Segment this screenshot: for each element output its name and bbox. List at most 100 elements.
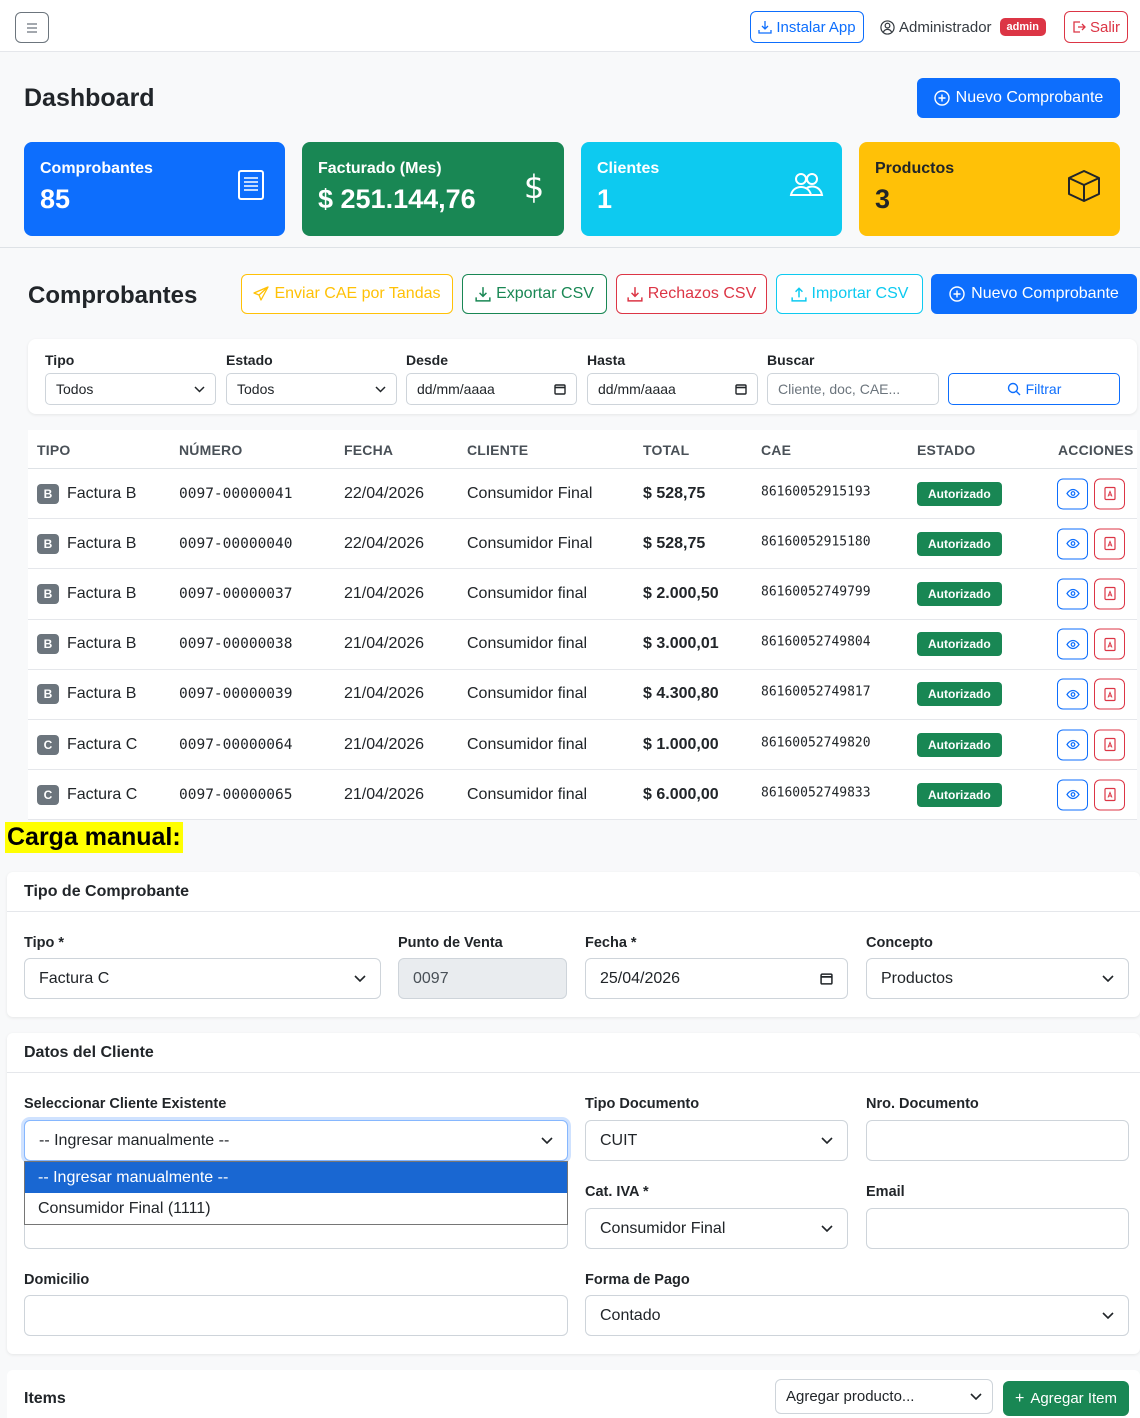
eye-icon	[1065, 488, 1080, 499]
export-csv-button[interactable]: Exportar CSV	[462, 274, 607, 314]
client-dropdown-list: -- Ingresar manualmente -- Consumidor Fi…	[24, 1161, 568, 1225]
rejects-csv-button[interactable]: Rechazos CSV	[616, 274, 767, 314]
fecha-value: 25/04/2026	[600, 969, 681, 987]
view-button[interactable]	[1057, 628, 1088, 660]
view-button[interactable]	[1057, 729, 1088, 761]
new-invoice-label: Nuevo Comprobante	[955, 89, 1104, 106]
pdf-button[interactable]	[1094, 528, 1125, 560]
logout-label: Salir	[1089, 18, 1120, 36]
numero-cell: 0097-00000040	[179, 535, 293, 552]
fecha-input[interactable]: 25/04/2026	[585, 958, 848, 999]
tipo-cell: B Factura B	[37, 483, 137, 504]
view-button[interactable]	[1057, 478, 1088, 510]
fecha-cell: 21/04/2026	[344, 785, 425, 803]
send-cae-button[interactable]: Enviar CAE por Tandas	[241, 274, 453, 314]
eye-icon	[1065, 739, 1080, 750]
pdf-button[interactable]	[1094, 779, 1125, 811]
filter-button-label: Filtrar	[1025, 381, 1062, 397]
page-title: Dashboard	[24, 84, 155, 112]
tipo-text: Factura B	[67, 484, 137, 502]
new-invoice-button[interactable]: Nuevo Comprobante	[917, 78, 1120, 118]
view-button[interactable]	[1057, 528, 1088, 560]
chevron-down-icon	[1102, 1312, 1114, 1319]
table-row: B Factura B 0097-00000039 21/04/2026 Consumi…	[28, 670, 1137, 720]
punto-venta-value: 0097	[413, 969, 449, 987]
card-title: Tipo de Comprobante	[7, 872, 1140, 912]
total-cell: $ 528,75	[643, 534, 706, 552]
view-button[interactable]	[1057, 678, 1088, 710]
total-cell: $ 1.000,00	[643, 735, 719, 753]
concepto-select[interactable]: Productos	[866, 958, 1129, 999]
logout-button[interactable]: Salir	[1064, 11, 1128, 43]
tipo-text: Factura C	[67, 785, 138, 803]
stat-card-productos: Productos 3	[859, 142, 1120, 236]
select-client-label: Seleccionar Cliente Existente	[24, 1096, 227, 1112]
column-header: ESTADO	[917, 442, 976, 458]
column-header: TIPO	[37, 442, 71, 458]
tipo-cell: C Factura C	[37, 734, 137, 755]
add-product-value: Agregar producto...	[786, 1388, 915, 1405]
estado-cell: Autorizado	[917, 531, 1002, 556]
eye-icon	[1065, 639, 1080, 649]
estado-cell: Autorizado	[917, 581, 1002, 606]
column-header: CLIENTE	[467, 442, 529, 458]
pdf-button[interactable]	[1094, 729, 1125, 761]
cae-cell: 86160052749833	[761, 785, 871, 801]
dollar-icon: $	[524, 168, 544, 204]
pdf-button[interactable]	[1094, 478, 1125, 510]
filters-panel: Tipo Todos Estado Todos Desde dd/mm/aaaa…	[28, 339, 1137, 414]
plus-circle-icon	[949, 286, 965, 302]
add-product-select[interactable]: Agregar producto...	[775, 1379, 993, 1414]
domicilio-input[interactable]	[24, 1295, 568, 1336]
pdf-button[interactable]	[1094, 628, 1125, 660]
filter-tipo-select[interactable]: Todos	[45, 373, 216, 405]
forma-pago-select[interactable]: Contado	[585, 1295, 1129, 1336]
filter-hasta-date[interactable]: dd/mm/aaaa	[587, 373, 758, 405]
new-invoice-button-secondary[interactable]: Nuevo Comprobante	[931, 274, 1137, 314]
view-button[interactable]	[1057, 578, 1088, 610]
total-cell: $ 2.000,50	[643, 584, 719, 602]
existing-client-select[interactable]: -- Ingresar manualmente --	[24, 1120, 568, 1161]
download-icon	[475, 287, 491, 302]
cat-iva-label: Cat. IVA *	[585, 1184, 649, 1200]
status-badge: Autorizado	[917, 632, 1002, 657]
status-badge: Autorizado	[917, 481, 1002, 506]
send-cae-label: Enviar CAE por Tandas	[274, 285, 441, 302]
import-csv-button[interactable]: Importar CSV	[776, 274, 923, 314]
email-input[interactable]	[866, 1208, 1129, 1249]
menu-toggle-button[interactable]	[15, 12, 49, 43]
stat-card-comprobantes: Comprobantes 85	[24, 142, 285, 236]
dropdown-option[interactable]: Consumidor Final (1111)	[25, 1193, 567, 1224]
eye-icon	[1065, 589, 1080, 599]
user-info: Administrador admin	[880, 18, 1046, 36]
filter-desde-label: Desde	[406, 352, 449, 368]
plus-circle-icon	[933, 90, 950, 106]
filter-button[interactable]: Filtrar	[948, 373, 1120, 405]
nro-doc-input[interactable]	[866, 1120, 1129, 1161]
filter-estado-select[interactable]: Todos	[226, 373, 397, 405]
dropdown-option[interactable]: -- Ingresar manualmente --	[25, 1162, 567, 1193]
numero-cell: 0097-00000041	[179, 485, 293, 502]
search-input[interactable]: Cliente, doc, CAE...	[767, 373, 939, 405]
add-item-button[interactable]: + Agregar Item	[1003, 1381, 1129, 1416]
tipo-select[interactable]: Factura C	[24, 958, 381, 999]
download-icon	[627, 287, 643, 302]
tipo-doc-value: CUIT	[600, 1131, 638, 1149]
tipo-doc-select[interactable]: CUIT	[585, 1120, 848, 1161]
card-title: Items	[24, 1390, 66, 1407]
fecha-cell: 22/04/2026	[344, 484, 425, 502]
filter-estado-label: Estado	[226, 352, 273, 368]
top-navbar: Instalar App Administrador admin Salir	[0, 0, 1140, 52]
cat-iva-select[interactable]: Consumidor Final	[585, 1208, 848, 1249]
view-button[interactable]	[1057, 779, 1088, 811]
install-app-button[interactable]: Instalar App	[750, 11, 864, 43]
pdf-button[interactable]	[1094, 678, 1125, 710]
stat-card-clientes: Clientes 1	[581, 142, 842, 236]
pdf-button[interactable]	[1094, 578, 1125, 610]
table-row: B Factura B 0097-00000038 21/04/2026 Consumi…	[28, 620, 1137, 670]
filter-desde-date[interactable]: dd/mm/aaaa	[406, 373, 577, 405]
filter-desde-value: dd/mm/aaaa	[417, 381, 495, 397]
table-row: C Factura C 0097-00000065 21/04/2026 Consumi…	[28, 770, 1137, 821]
chevron-down-icon	[821, 1137, 833, 1144]
pdf-icon	[1103, 737, 1116, 752]
